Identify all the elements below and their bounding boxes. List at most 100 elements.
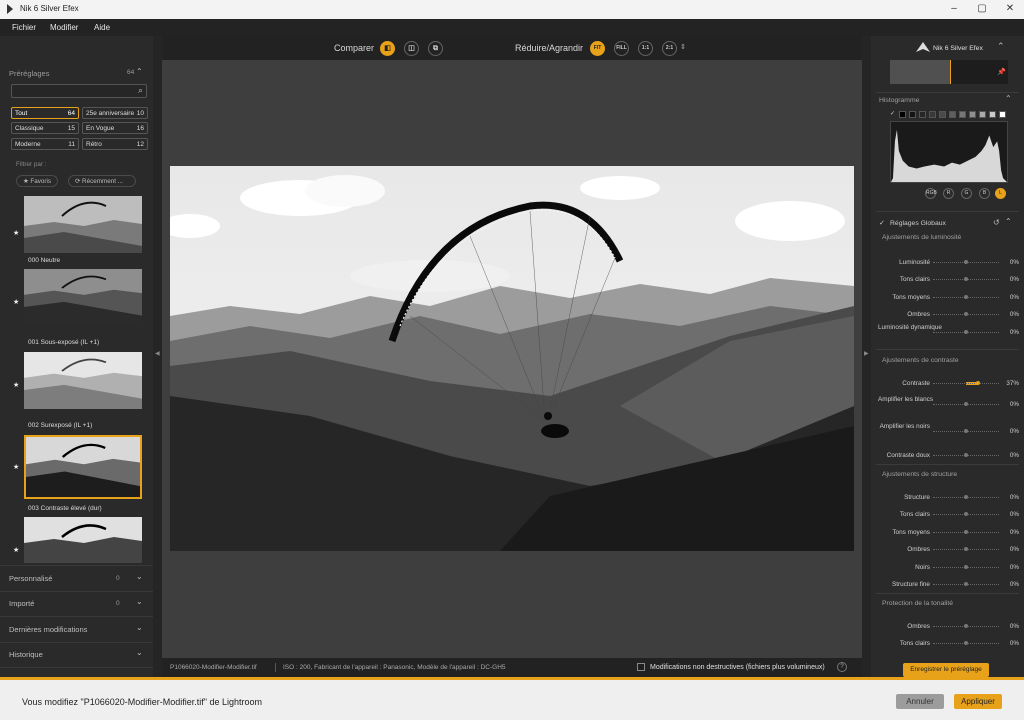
preset-thumbnail[interactable] (24, 269, 142, 326)
swatch[interactable] (899, 111, 906, 118)
swatch[interactable] (969, 111, 976, 118)
cancel-button[interactable]: Annuler (896, 694, 944, 709)
swatch[interactable] (979, 111, 986, 118)
preset-thumbnail[interactable] (24, 196, 142, 253)
slider-knob[interactable] (964, 453, 968, 457)
chevron-up-icon[interactable]: ⌃ (1005, 217, 1012, 226)
adjustment-slider[interactable]: Contraste 37% (871, 377, 1024, 391)
preset-thumbnail-selected[interactable] (24, 435, 142, 499)
slider-knob[interactable] (964, 295, 968, 299)
chevron-up-icon[interactable]: ⌃ (1005, 94, 1012, 103)
filter-recent-button[interactable]: ⟳ Récemment ... (68, 175, 136, 187)
menu-modifier[interactable]: Modifier (50, 23, 78, 32)
zoom-fit-button[interactable]: FIT (590, 41, 605, 56)
chevron-left-icon[interactable]: ◀ (155, 350, 160, 357)
favorite-star-icon[interactable]: ★ (13, 381, 19, 389)
adjustment-slider[interactable]: Structure 0% (871, 491, 1024, 505)
right-panel-collapse-handle[interactable]: ▶ (862, 36, 871, 677)
nondestructive-checkbox[interactable] (637, 663, 645, 671)
slider-knob[interactable] (964, 565, 968, 569)
adjustment-slider[interactable]: Ombres 0% (871, 543, 1024, 557)
zoom-2to1-button[interactable]: 2:1 (662, 41, 677, 56)
adjustment-slider[interactable]: Luminosité dynamique 0% (871, 324, 1024, 340)
help-icon[interactable]: ? (837, 662, 847, 672)
swatch[interactable] (999, 111, 1006, 118)
save-preset-button[interactable]: Enregistrer le préréglage (903, 663, 989, 677)
slider-knob[interactable] (964, 330, 968, 334)
preset-search-input[interactable]: ⌕ (11, 84, 147, 98)
category-25e-anniversaire[interactable]: 25e anniversaire 10 (82, 107, 148, 119)
check-icon[interactable]: ✓ (890, 110, 895, 117)
slider-knob[interactable] (964, 312, 968, 316)
hist-b-button[interactable]: B (979, 188, 990, 199)
zoom-1to1-button[interactable]: 1:1 (638, 41, 653, 56)
category-tout[interactable]: Tout 64 (11, 107, 79, 119)
minimize-icon[interactable]: – (940, 1, 968, 17)
pin-icon[interactable]: 📌 (997, 68, 1006, 76)
adjustment-slider[interactable]: Tons clairs 0% (871, 273, 1024, 287)
swatch[interactable] (919, 111, 926, 118)
hist-rgb-button[interactable]: RGB (925, 188, 937, 199)
hist-l-button[interactable]: L (995, 188, 1006, 199)
swatch[interactable] (959, 111, 966, 118)
chevron-down-icon[interactable]: ⌄ (136, 572, 143, 581)
chevron-down-icon[interactable]: ⌄ (136, 623, 143, 632)
left-panel-collapse-handle[interactable]: ◀ (153, 36, 162, 677)
adjustment-slider[interactable]: Contraste doux 0% (871, 449, 1024, 463)
preview-image[interactable] (170, 166, 854, 551)
hist-g-button[interactable]: G (961, 188, 972, 199)
slider-knob[interactable] (964, 277, 968, 281)
adjustment-slider[interactable]: Amplifier les noirs 0% (871, 423, 1024, 439)
section-personnalise[interactable]: Personnalisé (9, 574, 52, 583)
slider-knob[interactable] (964, 641, 968, 645)
search-icon[interactable]: ⌕ (138, 85, 143, 96)
chevron-up-icon[interactable]: ⌃ (136, 67, 143, 76)
adjustment-slider[interactable]: Amplifier les blancs 0% (871, 396, 1024, 412)
slider-knob[interactable] (964, 582, 968, 586)
slider-knob[interactable] (964, 512, 968, 516)
category-moderne[interactable]: Moderne 11 (11, 138, 79, 150)
slider-track[interactable] (933, 383, 999, 384)
side-by-side-icon[interactable]: ⧉ (428, 41, 443, 56)
slider-knob[interactable] (964, 624, 968, 628)
menu-fichier[interactable]: Fichier (12, 23, 36, 32)
section-dernieres-modifications[interactable]: Dernières modifications (9, 625, 87, 634)
swatch[interactable] (929, 111, 936, 118)
apply-button[interactable]: Appliquer (954, 694, 1002, 709)
category-classique[interactable]: Classique 15 (11, 122, 79, 134)
favorite-star-icon[interactable]: ★ (13, 298, 19, 306)
split-view-icon[interactable]: ◫ (404, 41, 419, 56)
preset-thumbnail[interactable] (24, 517, 142, 563)
swatch[interactable] (989, 111, 996, 118)
close-icon[interactable]: ✕ (996, 1, 1024, 17)
chevron-right-icon[interactable]: ▶ (864, 350, 869, 357)
category-en-vogue[interactable]: En Vogue 16 (82, 122, 148, 134)
slider-knob[interactable] (976, 381, 981, 385)
section-importe[interactable]: Importé (9, 599, 34, 608)
adjustment-slider[interactable]: Ombres 0% (871, 308, 1024, 322)
favorite-star-icon[interactable]: ★ (13, 546, 19, 554)
menu-aide[interactable]: Aide (94, 23, 110, 32)
zoom-fill-button[interactable]: FILL (614, 41, 629, 56)
adjustment-slider[interactable]: Ombres 0% (871, 620, 1024, 634)
preset-thumbnail[interactable] (24, 352, 142, 409)
adjustment-slider[interactable]: Noirs 0% (871, 561, 1024, 575)
slider-knob[interactable] (964, 429, 968, 433)
adjustment-slider[interactable]: Structure fine 0% (871, 578, 1024, 592)
adjustment-slider[interactable]: Tons moyens 0% (871, 526, 1024, 540)
filter-favorites-button[interactable]: ★ Favoris (16, 175, 59, 187)
navigator-preview[interactable]: 📌 (890, 60, 1008, 84)
category-retro[interactable]: Rétro 12 (82, 138, 148, 150)
hist-r-button[interactable]: R (943, 188, 954, 199)
slider-knob[interactable] (964, 547, 968, 551)
adjustment-slider[interactable]: Tons clairs 0% (871, 508, 1024, 522)
zoom-stepper-icon[interactable]: ⇕ (680, 43, 686, 51)
chevron-down-icon[interactable]: ⌄ (136, 648, 143, 657)
slider-knob[interactable] (964, 495, 968, 499)
slider-knob[interactable] (964, 402, 968, 406)
swatch[interactable] (939, 111, 946, 118)
slider-knob[interactable] (964, 530, 968, 534)
reset-icon[interactable]: ↺ (993, 218, 1000, 227)
check-icon[interactable]: ✓ (879, 219, 885, 227)
slider-knob[interactable] (964, 260, 968, 264)
